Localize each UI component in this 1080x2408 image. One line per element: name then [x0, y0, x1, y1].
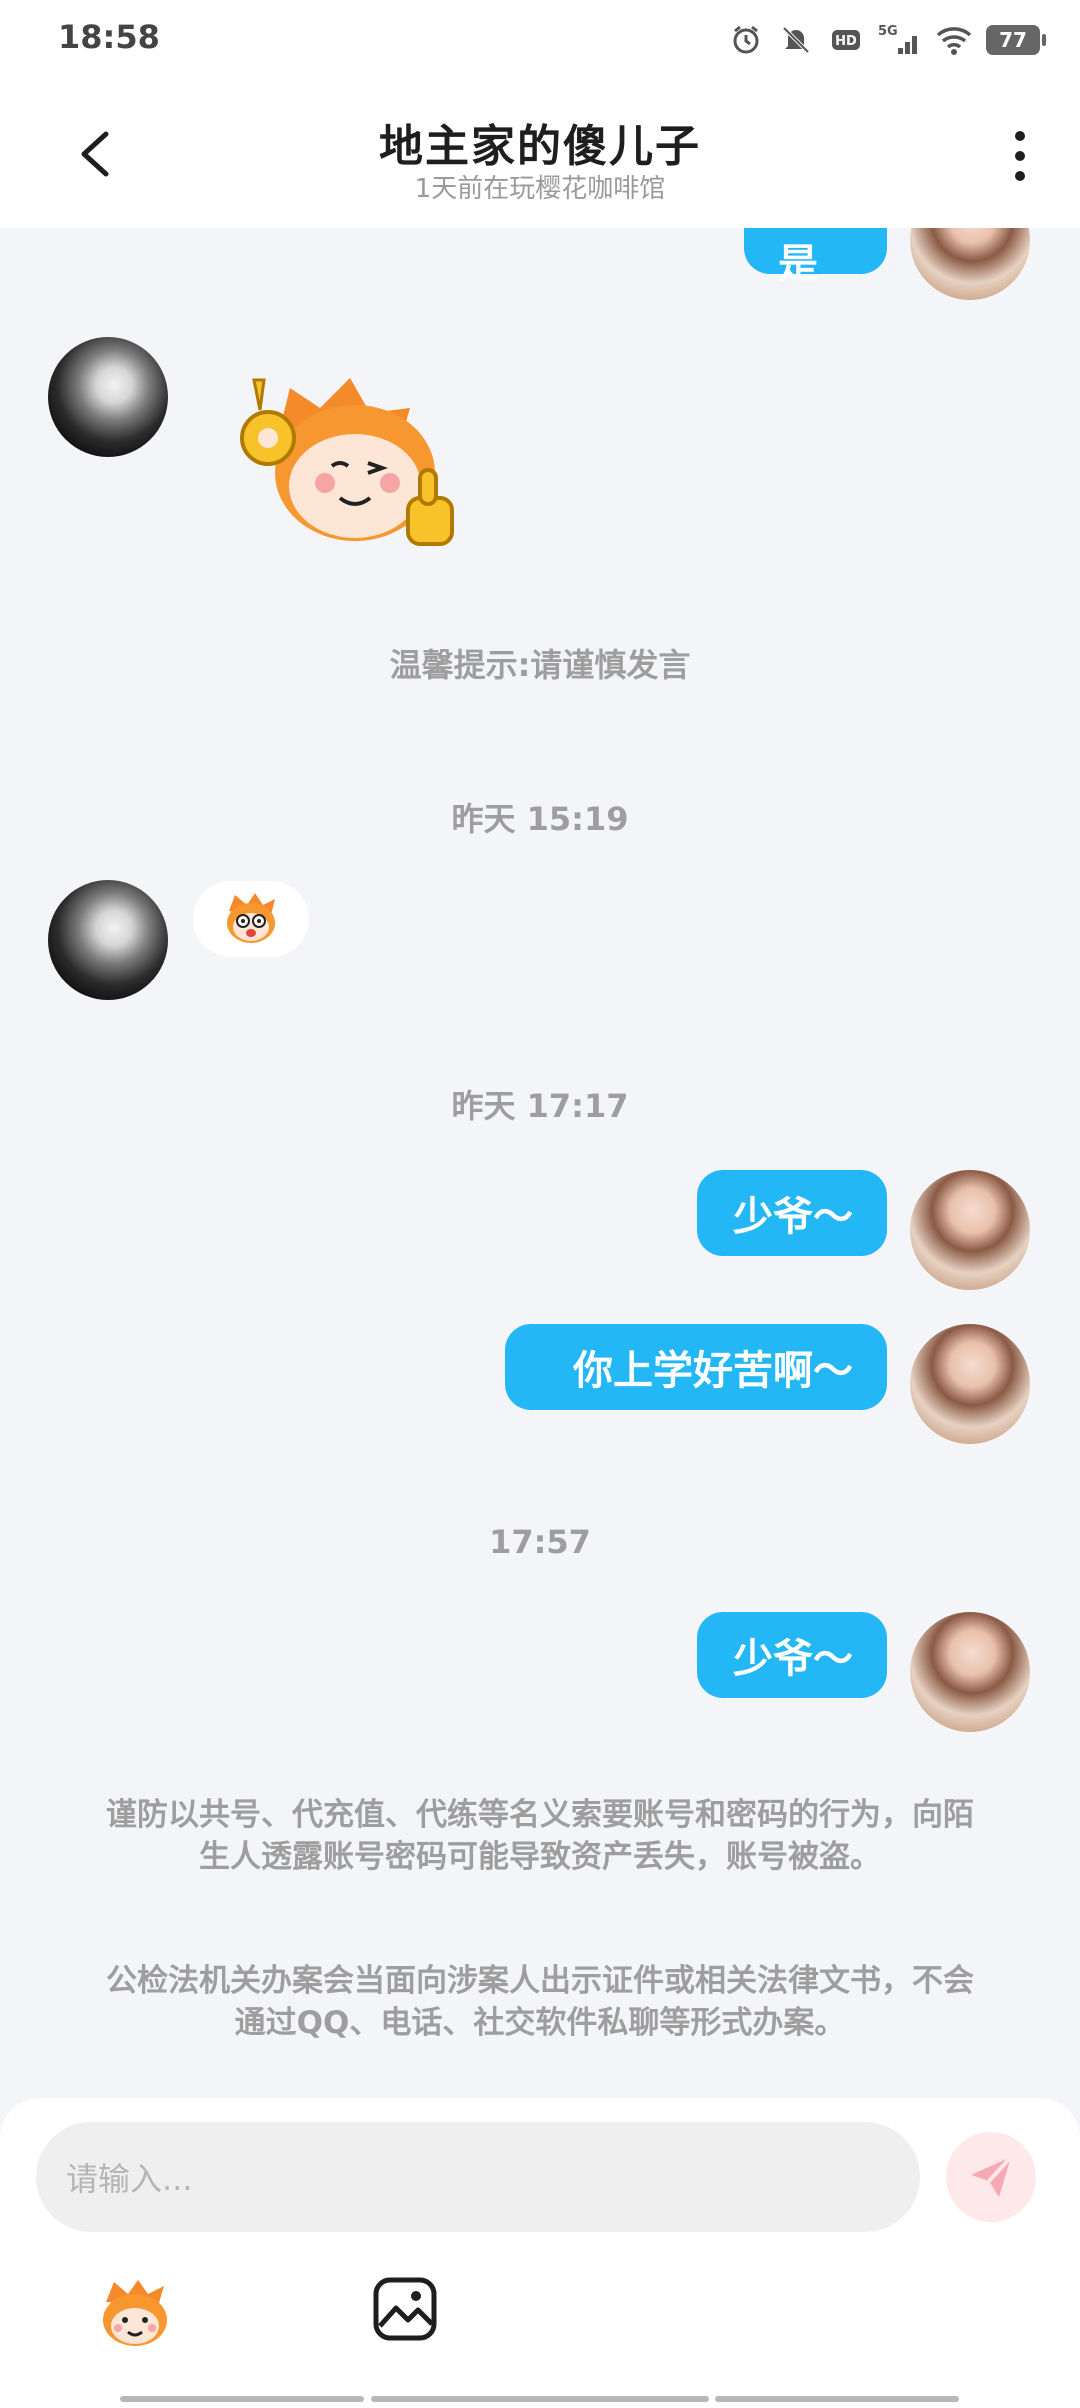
safety-notice-police: 公检法机关办案会当面向涉案人出示证件或相关法律文书，不会通过QQ、电话、社交软件…	[106, 1963, 974, 2041]
self-avatar[interactable]	[910, 1612, 1030, 1732]
timestamp: 昨天 15:19	[451, 800, 629, 838]
more-vertical-icon	[1015, 131, 1025, 181]
message-bubble[interactable]: 少爷～	[697, 1170, 887, 1256]
monkey-ok-sticker-icon	[240, 378, 454, 546]
nav-indicator	[120, 2396, 364, 2402]
sticker-message[interactable]	[220, 358, 480, 558]
wifi-icon	[936, 22, 972, 58]
message-bubble-partial[interactable]: 不是	[744, 228, 887, 287]
partner-avatar[interactable]	[48, 880, 168, 1000]
safety-notice-account: 谨防以共号、代充值、代练等名义索要账号和密码的行为，向陌生人透露账号密码可能导致…	[106, 1797, 974, 1875]
system-tip: 温馨提示:请谨慎发言	[389, 646, 691, 684]
status-time: 18:58	[58, 18, 160, 56]
send-plane-icon	[971, 2155, 1013, 2197]
nav-indicator	[371, 2396, 709, 2402]
send-button[interactable]	[946, 2132, 1036, 2222]
monkey-face-icon	[227, 893, 275, 943]
chat-subtitle: 1天前在玩樱花咖啡馆	[414, 174, 666, 204]
monkey-sticker-icon	[103, 2280, 167, 2346]
message-input[interactable]: 请输入...	[36, 2122, 920, 2232]
status-bar: 18:58 HD 5G 77	[0, 0, 1080, 80]
self-avatar[interactable]	[910, 1324, 1030, 1444]
chat-header: 地主家的傻儿子 1天前在玩樱花咖啡馆	[0, 80, 1080, 228]
alarm-icon	[728, 22, 764, 58]
message-bubble[interactable]: 你上学好苦啊～	[505, 1324, 887, 1410]
more-menu-button[interactable]	[1000, 128, 1040, 184]
chat-title: 地主家的傻儿子	[379, 121, 701, 172]
svg-text:5G: 5G	[878, 24, 898, 39]
image-gallery-icon	[373, 2277, 437, 2341]
partner-avatar[interactable]	[48, 337, 168, 457]
image-button[interactable]	[372, 2276, 438, 2342]
chat-history[interactable]: 不是 温馨提示:请谨慎发言 昨天 15:19	[0, 228, 1080, 2098]
mute-bell-icon	[778, 22, 814, 58]
composer: 请输入...	[0, 2098, 1080, 2408]
sticker-button[interactable]	[92, 2276, 178, 2352]
message-bubble[interactable]: 少爷～	[697, 1612, 887, 1698]
timestamp: 昨天 17:17	[451, 1087, 629, 1125]
battery-indicator: 77	[986, 25, 1046, 55]
hd-icon: HD	[828, 22, 864, 58]
status-icons: HD 5G 77	[728, 20, 1046, 60]
timestamp: 17:57	[489, 1523, 591, 1561]
svg-text:HD: HD	[835, 34, 857, 49]
signal-5g-icon: 5G	[878, 22, 922, 58]
self-avatar[interactable]	[910, 228, 1030, 300]
emoji-bubble[interactable]	[193, 881, 309, 957]
self-avatar[interactable]	[910, 1170, 1030, 1290]
nav-indicator	[715, 2396, 959, 2402]
